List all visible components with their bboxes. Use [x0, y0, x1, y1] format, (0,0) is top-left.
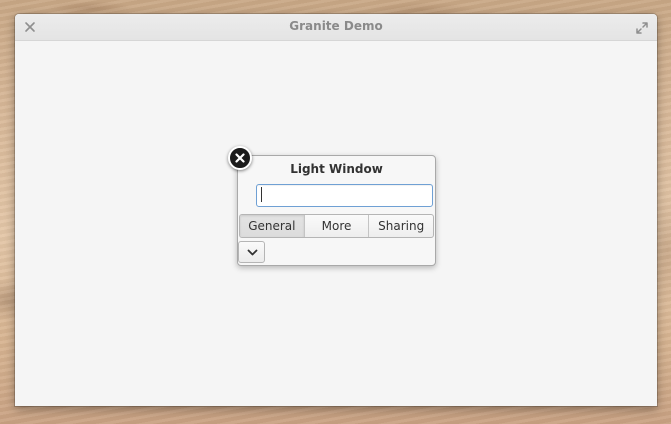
light-window-close-button[interactable]	[228, 146, 252, 170]
chevron-down-icon	[247, 249, 258, 256]
tab-general[interactable]: General	[240, 215, 304, 237]
window-titlebar[interactable]: Granite Demo	[15, 14, 657, 41]
light-window-title: Light Window	[290, 162, 383, 176]
mode-button: General More Sharing	[239, 214, 434, 238]
window-title: Granite Demo	[289, 19, 383, 33]
text-cursor	[261, 187, 262, 202]
close-circle-icon	[235, 153, 245, 163]
tab-sharing[interactable]: Sharing	[368, 215, 433, 237]
expand-button[interactable]	[238, 241, 265, 263]
tab-more[interactable]: More	[303, 215, 369, 237]
light-window-popover: Light Window General More Sharing	[237, 155, 436, 266]
maximize-icon[interactable]	[635, 20, 649, 34]
text-entry[interactable]	[256, 184, 433, 207]
